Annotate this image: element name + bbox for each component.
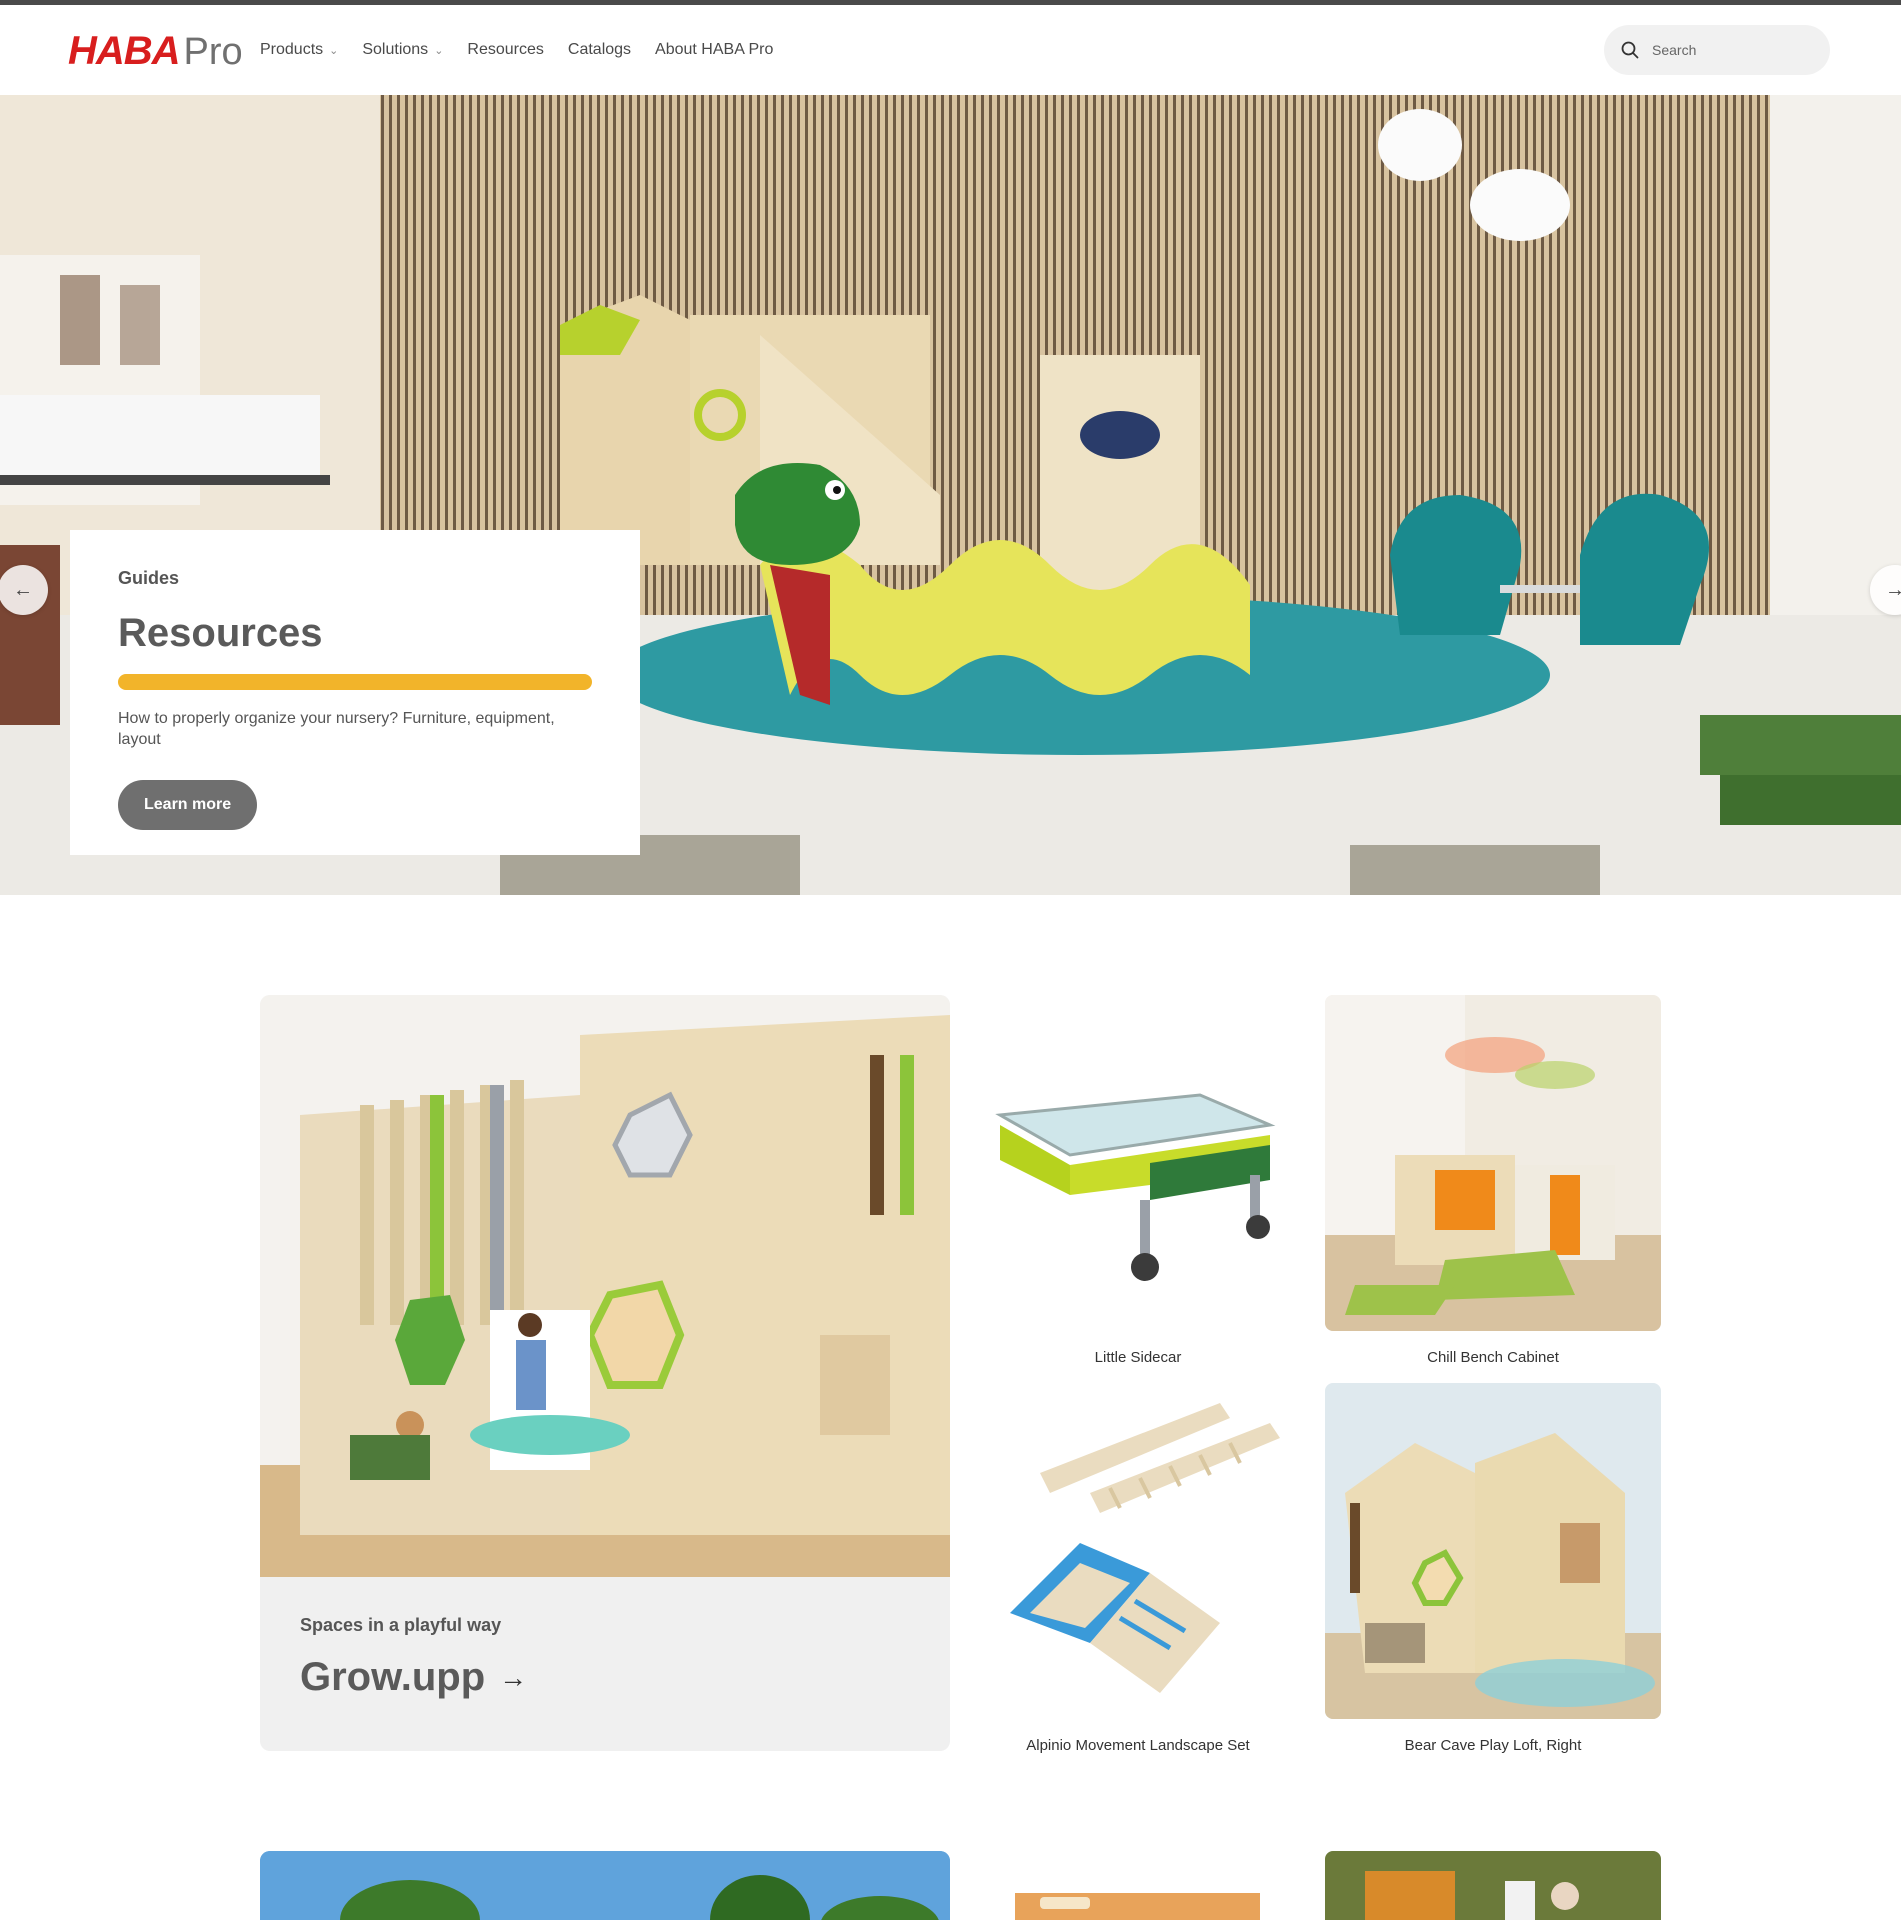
feature-card-partial[interactable] <box>260 1851 950 1920</box>
product-card[interactable]: Bear Cave Play Loft, Right <box>1325 1383 1661 1754</box>
carousel-prev-button[interactable]: ← <box>0 565 48 615</box>
nav-label: Catalogs <box>567 41 632 58</box>
chevron-down-icon: ⌄ <box>434 44 444 57</box>
product-image <box>1325 1383 1661 1719</box>
nav-item-about[interactable]: About HABA Pro <box>655 41 773 59</box>
nav-label: Resources <box>467 41 544 58</box>
arrow-left-icon: ← <box>13 578 33 601</box>
logo[interactable]: HABA Pro <box>68 29 243 73</box>
nav-item-catalogs[interactable]: Catalogs <box>568 41 631 59</box>
product-card[interactable]: Little Sidecar <box>970 995 1306 1366</box>
product-image <box>970 995 1306 1331</box>
hero-description: How to properly organize your nursery? F… <box>118 710 555 748</box>
hero-carousel: ← → Guides Resources How to properly org… <box>0 95 1901 895</box>
nav-label: Products <box>260 41 324 58</box>
hero-title: Resources <box>118 611 323 655</box>
product-image-partial-graphic <box>1010 1851 1270 1920</box>
arrow-right-icon: → <box>499 1661 528 1693</box>
search-input[interactable] <box>1652 42 1812 58</box>
product-card[interactable]: Chill Bench Cabinet <box>1325 995 1661 1366</box>
hero-card: Guides Resources How to properly organiz… <box>70 530 640 855</box>
product-label: Alpinio Movement Landscape Set <box>1026 1737 1250 1754</box>
nav-item-products[interactable]: Products ⌄ <box>260 41 338 59</box>
nav-item-solutions[interactable]: Solutions ⌄ <box>362 41 443 59</box>
arrow-right-icon: → <box>1885 578 1901 601</box>
site-header: HABA Pro Products ⌄ Solutions ⌄ Resource… <box>0 5 1901 95</box>
product-image-partial-graphic <box>1325 1851 1661 1920</box>
product-label: Chill Bench Cabinet <box>1427 1349 1559 1366</box>
hero-eyebrow: Guides <box>118 568 180 588</box>
product-label: Little Sidecar <box>1094 1349 1182 1366</box>
feature-image-partial <box>260 1851 950 1920</box>
feature-title: Grow.upp → <box>300 1655 527 1700</box>
feature-title-text: Grow.upp <box>300 1655 486 1699</box>
product-image-partial[interactable] <box>1010 1851 1270 1920</box>
search-box[interactable] <box>1604 25 1830 75</box>
logo-brand: HABA <box>68 29 181 73</box>
chevron-down-icon: ⌄ <box>329 44 339 57</box>
nav-label: About HABA Pro <box>655 41 774 58</box>
nav-item-resources[interactable]: Resources <box>467 41 543 59</box>
feature-subtitle: Spaces in a playful way <box>300 1615 502 1635</box>
feature-card-grow-upp[interactable]: Spaces in a playful way Grow.upp → <box>260 995 950 1751</box>
product-image-partial[interactable] <box>1325 1851 1661 1920</box>
logo-suffix: Pro <box>183 31 243 73</box>
nav-label: Solutions <box>362 41 429 58</box>
learn-more-button[interactable]: Learn more <box>118 780 258 830</box>
accent-bar <box>118 674 592 690</box>
product-image <box>1325 995 1661 1331</box>
feature-image <box>260 995 950 1577</box>
product-image <box>970 1383 1306 1719</box>
product-label: Bear Cave Play Loft, Right <box>1404 1737 1582 1754</box>
search-icon <box>1621 41 1639 59</box>
main-nav: Products ⌄ Solutions ⌄ Resources Catalog… <box>260 41 773 59</box>
product-card[interactable]: Alpinio Movement Landscape Set <box>970 1383 1306 1754</box>
